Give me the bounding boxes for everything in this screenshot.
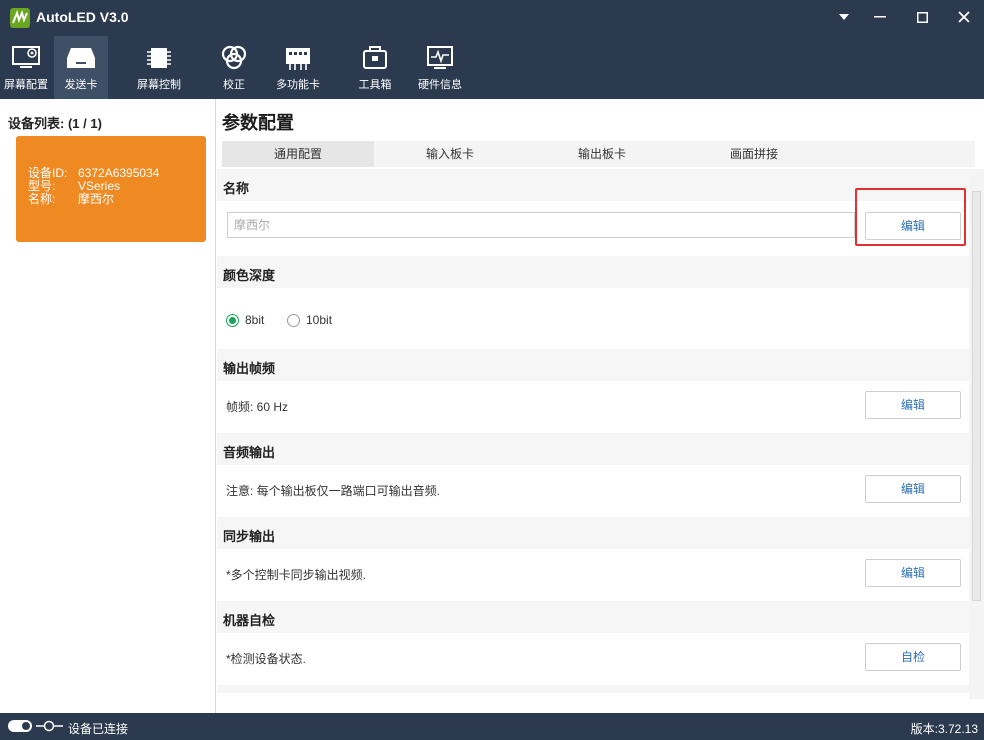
edit-frame-rate-button[interactable]: 编辑: [865, 391, 961, 419]
radio-8bit-label: 8bit: [245, 313, 265, 327]
top-bar: AutoLED V3.0 屏幕配置 发送卡 屏幕控制 校正 多功能卡 工具箱 硬…: [0, 0, 984, 99]
section-audio-header: 音频输出: [217, 433, 969, 465]
section-color-depth-title: 颜色深度: [223, 268, 276, 283]
status-bar: 设备已连接 版本:3.72.13: [0, 713, 984, 740]
title-bar: AutoLED V3.0: [0, 0, 984, 34]
audio-note-text: 注意: 每个输出板仅一路端口可输出音频.: [226, 484, 441, 498]
tool-screen-config[interactable]: 屏幕配置: [0, 36, 52, 99]
section-frame-rate-title: 输出帧频: [223, 361, 276, 376]
device-card[interactable]: 设备ID: 6372A6395034 型号: VSeries 名称: 摩西尔: [16, 136, 206, 242]
device-list-panel: 设备列表: (1 / 1) 设备ID: 6372A6395034 型号: VSe…: [0, 99, 216, 713]
section-name-title: 名称: [223, 181, 250, 196]
self-check-note-text: *检测设备状态.: [226, 652, 307, 666]
section-audio-title: 音频输出: [223, 445, 276, 460]
section-divider: [217, 685, 969, 693]
chip-icon: [141, 42, 177, 74]
self-check-button[interactable]: 自检: [865, 643, 961, 671]
highlight-box: [855, 188, 966, 246]
connection-status: 设备已连接: [68, 722, 129, 736]
color-wheel-icon: [216, 42, 252, 74]
scrollbar-thumb[interactable]: [972, 191, 981, 601]
app-title: AutoLED V3.0: [36, 9, 129, 25]
section-self-check-title: 机器自检: [223, 613, 276, 628]
app-logo-icon: [10, 8, 30, 28]
tool-label: 屏幕控制: [137, 79, 181, 91]
radio-unchecked-icon: [287, 313, 300, 327]
tool-label: 硬件信息: [418, 79, 462, 91]
connection-toggle[interactable]: [8, 720, 32, 732]
connection-icon: [36, 720, 63, 732]
tool-label: 屏幕配置: [4, 79, 48, 91]
device-name-input[interactable]: [227, 212, 855, 238]
multifunction-card-icon: [280, 42, 316, 74]
tool-calibration[interactable]: 校正: [214, 36, 254, 99]
radio-8bit[interactable]: 8bit: [226, 313, 264, 327]
section-color-depth-header: 颜色深度: [217, 256, 969, 288]
tool-label: 多功能卡: [276, 79, 320, 91]
config-tabs: 通用配置 输入板卡 输出板卡 画面拼接: [222, 141, 975, 167]
sender-card-icon: [63, 42, 99, 74]
tool-label: 校正: [223, 79, 245, 91]
tool-hardware-info[interactable]: 硬件信息: [410, 36, 470, 99]
tab-general-config[interactable]: 通用配置: [222, 141, 374, 167]
radio-checked-icon: [226, 313, 239, 327]
tool-label: 工具箱: [358, 79, 392, 91]
dropdown-icon[interactable]: [824, 0, 864, 34]
section-sync-header: 同步输出: [217, 517, 969, 549]
minimize-button[interactable]: [860, 0, 900, 34]
edit-sync-button[interactable]: 编辑: [865, 559, 961, 587]
section-sync-title: 同步输出: [223, 529, 276, 544]
maximize-button[interactable]: [902, 0, 942, 34]
sync-note-text: *多个控制卡同步输出视频.: [226, 568, 367, 582]
tool-label: 发送卡: [64, 79, 98, 91]
tool-toolbox[interactable]: 工具箱: [352, 36, 398, 99]
tab-screen-splice[interactable]: 画面拼接: [678, 141, 830, 167]
tool-multifunction-card[interactable]: 多功能卡: [262, 36, 334, 99]
close-button[interactable]: [944, 0, 984, 34]
tool-sender-card[interactable]: 发送卡: [54, 36, 108, 99]
page-title: 参数配置: [222, 113, 294, 133]
tab-output-card[interactable]: 输出板卡: [526, 141, 678, 167]
section-self-check-header: 机器自检: [217, 601, 969, 633]
hardware-monitor-icon: [422, 42, 458, 74]
param-config-panel: 参数配置 通用配置 输入板卡 输出板卡 画面拼接 名称 编辑 颜色深度 8bit…: [217, 99, 984, 713]
monitor-settings-icon: [8, 42, 44, 74]
device-name-value: 摩西尔: [78, 192, 115, 206]
toolbox-icon: [357, 42, 393, 74]
version-label: 版本:3.72.13: [910, 722, 978, 736]
frame-rate-text: 帧频: 60 Hz: [226, 400, 289, 414]
device-list-header: 设备列表: (1 / 1): [8, 116, 102, 131]
section-frame-rate-header: 输出帧频: [217, 349, 969, 381]
radio-10bit[interactable]: 10bit: [287, 313, 332, 327]
vertical-scrollbar[interactable]: [969, 169, 984, 699]
radio-10bit-label: 10bit: [306, 313, 333, 327]
tool-screen-control[interactable]: 屏幕控制: [112, 36, 206, 99]
edit-audio-button[interactable]: 编辑: [865, 475, 961, 503]
tab-input-card[interactable]: 输入板卡: [374, 141, 526, 167]
